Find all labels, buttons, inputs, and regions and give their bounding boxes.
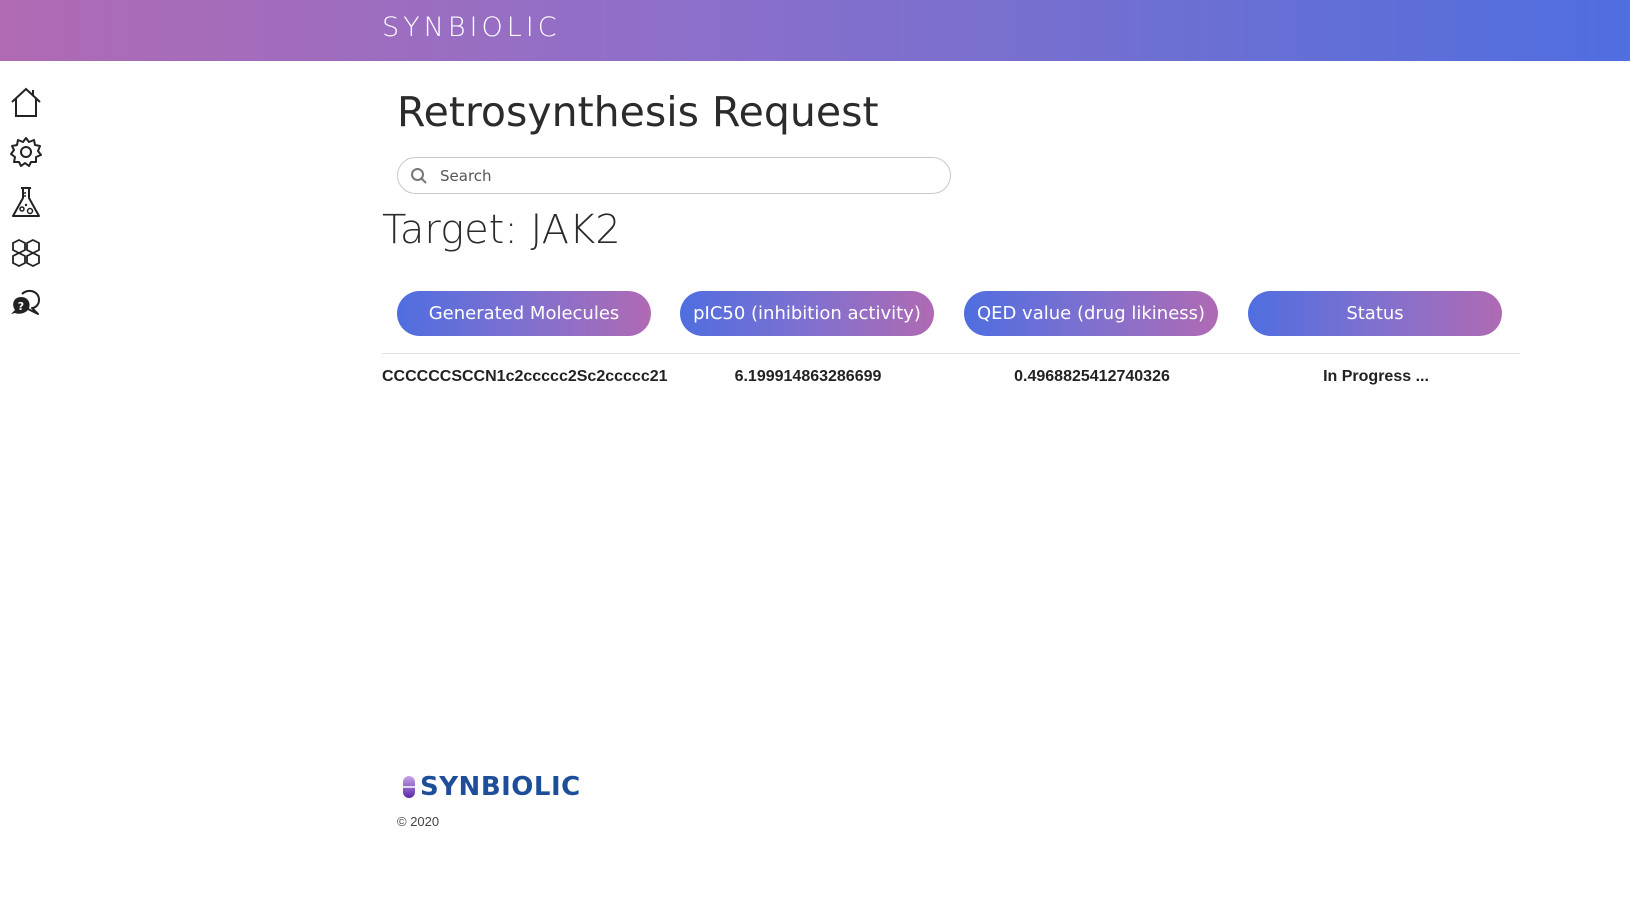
top-bar: SYNBIOLIC <box>0 0 1630 61</box>
qed-cell: 0.4968825412740326 <box>1014 368 1170 385</box>
search-input[interactable] <box>438 165 922 186</box>
column-header-qed[interactable]: QED value (drug likiness) <box>964 291 1218 336</box>
sidebar-item-molecules[interactable] <box>6 232 46 272</box>
sidebar-item-home[interactable] <box>6 82 46 122</box>
gear-icon <box>10 137 42 167</box>
column-header-status[interactable]: Status <box>1248 291 1502 336</box>
molecule-cell: CCCCCCSCCN1c2ccccc2Sc2ccccc21 <box>382 368 668 385</box>
search-icon <box>411 167 427 184</box>
svg-text:?: ? <box>18 300 24 313</box>
capsule-icon <box>403 776 415 798</box>
table-divider <box>382 353 1520 354</box>
sidebar-item-settings[interactable] <box>6 132 46 172</box>
molecule-icon <box>12 238 40 268</box>
copyright: © 2020 <box>397 814 440 829</box>
column-header-generated-molecules[interactable]: Generated Molecules <box>397 291 651 336</box>
search-box <box>397 157 951 194</box>
help-chat-icon: ? <box>11 289 40 315</box>
column-header-pic50[interactable]: pIC50 (inhibition activity) <box>680 291 934 336</box>
sidebar-item-help[interactable]: ? <box>6 282 46 322</box>
home-icon <box>11 87 41 117</box>
flask-icon <box>12 187 40 217</box>
footer-logo: SYNBIOLIC <box>401 772 581 802</box>
status-cell: In Progress ... <box>1323 368 1429 385</box>
target-heading: Target: JAK2 <box>382 207 621 253</box>
page-title: Retrosynthesis Request <box>397 88 879 136</box>
sidebar-item-lab[interactable] <box>6 182 46 222</box>
footer-brand: SYNBIOLIC <box>420 772 581 802</box>
pic50-cell: 6.199914863286699 <box>734 368 882 385</box>
app-brand: SYNBIOLIC <box>382 12 561 43</box>
